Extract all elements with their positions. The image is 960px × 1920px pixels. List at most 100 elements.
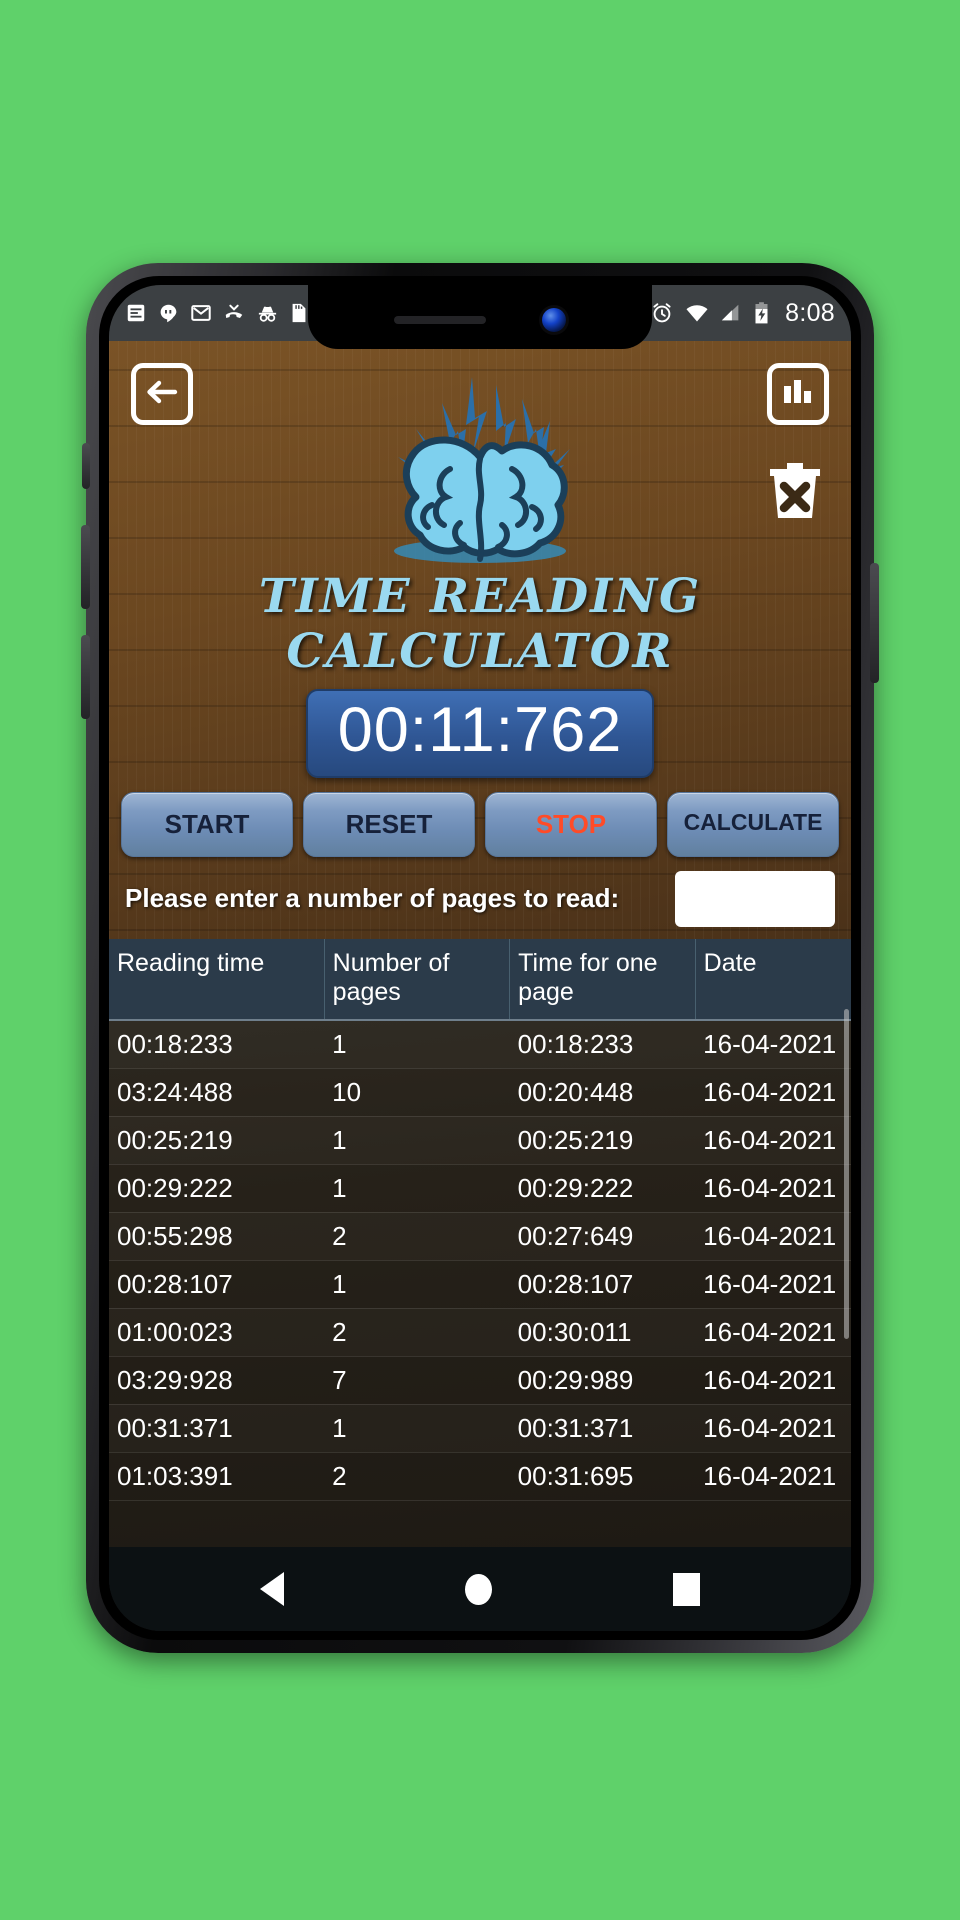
table-row[interactable]: 00:25:219 1 00:25:219 16-04-2021 [109,1116,851,1165]
arrow-left-icon [144,377,180,412]
table-cell: 16-04-2021 [695,1164,851,1213]
table-body: 00:18:233 1 00:18:233 16-04-2021 03:24:488 10… [109,1019,851,1501]
column-header-reading-time: Reading time [109,938,325,1021]
table-cell: 00:31:695 [509,1452,696,1501]
table-cell: 16-04-2021 [695,1404,851,1453]
side-button-volume-down[interactable] [81,635,90,719]
alarm-icon [650,301,674,325]
stop-button[interactable]: STOP [485,791,657,857]
nav-back-icon[interactable] [259,1572,284,1606]
table-cell: 00:29:989 [509,1356,696,1405]
table-cell: 16-04-2021 [695,1019,851,1069]
table-cell: 1 [324,1404,510,1453]
table-cell: 00:20:448 [509,1068,696,1117]
table-cell: 00:28:107 [109,1260,325,1309]
table-cell: 00:31:371 [509,1404,696,1453]
statistics-button[interactable] [767,363,829,425]
phone-screen: 8:08 TIME READING CALCULATOR 00:11:762 S… [109,285,851,1631]
column-header-date: Date [695,938,851,1021]
page-title: TIME READING CALCULATOR [258,569,702,679]
table-cell: 1 [324,1019,510,1069]
app-header [109,341,851,577]
bar-chart-icon [781,377,815,412]
table-cell: 1 [324,1116,510,1165]
app-content: TIME READING CALCULATOR 00:11:762 START … [109,341,851,1547]
calculate-button[interactable]: CALCULATE [667,791,839,857]
table-cell: 2 [324,1212,510,1261]
table-cell: 16-04-2021 [695,1212,851,1261]
table-cell: 2 [324,1308,510,1357]
column-header-number-of-pages: Number of pages [324,938,511,1021]
table-row[interactable]: 00:55:298 2 00:27:649 16-04-2021 [109,1212,851,1261]
table-header-row: Reading time Number of pages Time for on… [109,938,851,1021]
status-bar-system-icons: 8:08 [650,299,835,328]
table-cell: 16-04-2021 [695,1260,851,1309]
table-cell: 00:30:011 [509,1308,696,1357]
table-cell: 01:03:391 [109,1452,325,1501]
table-cell: 00:55:298 [109,1212,325,1261]
phone-device: 8:08 TIME READING CALCULATOR 00:11:762 S… [81,263,879,1653]
timer-row: 00:11:762 [109,689,851,778]
table-row[interactable]: 03:29:928 7 00:29:989 16-04-2021 [109,1356,851,1405]
signal-icon [720,302,742,324]
table-cell: 16-04-2021 [695,1308,851,1357]
side-button-mute[interactable] [82,443,90,489]
status-bar-clock: 8:08 [785,298,835,327]
table-row[interactable]: 01:00:023 2 00:30:011 16-04-2021 [109,1308,851,1357]
earpiece-speaker [394,316,486,324]
missed-call-icon [223,302,245,324]
table-cell: 00:18:233 [509,1019,696,1069]
table-cell: 01:00:023 [109,1308,325,1357]
wifi-icon [685,301,709,325]
table-row[interactable]: 00:31:371 1 00:31:371 16-04-2021 [109,1404,851,1453]
records-table-container[interactable]: Reading time Number of pages Time for on… [109,938,851,1547]
table-cell: 00:25:219 [109,1116,325,1165]
notch [308,285,652,349]
table-cell: 16-04-2021 [695,1356,851,1405]
pages-input[interactable] [675,870,835,927]
table-cell: 00:18:233 [109,1019,325,1069]
table-row[interactable]: 00:18:233 1 00:18:233 16-04-2021 [109,1019,851,1069]
table-cell: 2 [324,1452,510,1501]
brain-icon [346,373,614,578]
table-cell: 16-04-2021 [695,1116,851,1165]
table-cell: 00:27:649 [509,1212,696,1261]
pages-input-section: Please enter a number of pages to read: [109,857,851,939]
table-row[interactable]: 00:28:107 1 00:28:107 16-04-2021 [109,1260,851,1309]
nav-recents-icon[interactable] [673,1572,701,1606]
table-cell: 00:28:107 [509,1260,696,1309]
sd-card-icon [290,302,308,324]
table-cell: 03:29:928 [109,1356,325,1405]
table-cell: 00:31:371 [109,1404,325,1453]
table-row[interactable]: 00:29:222 1 00:29:222 16-04-2021 [109,1164,851,1213]
table-cell: 03:24:488 [109,1068,325,1117]
table-cell: 7 [324,1356,510,1405]
stopwatch-display: 00:11:762 [305,689,655,778]
table-row[interactable]: 03:24:488 10 00:20:448 16-04-2021 [109,1068,851,1117]
table-cell: 00:29:222 [509,1164,696,1213]
android-navigation-bar [109,1547,851,1631]
table-cell: 1 [324,1164,510,1213]
gmail-icon [190,302,212,324]
start-button[interactable]: START [121,791,293,857]
hangouts-icon [158,303,179,324]
side-button-power[interactable] [870,563,879,683]
delete-all-button[interactable] [765,461,825,523]
phone-bezel: 8:08 TIME READING CALCULATOR 00:11:762 S… [99,276,861,1640]
table-scrollbar[interactable] [844,1008,849,1339]
pages-input-label: Please enter a number of pages to read: [125,882,620,913]
reset-button[interactable]: RESET [303,791,475,857]
status-bar-notification-icons [125,302,308,325]
table-row[interactable]: 01:03:391 2 00:31:695 16-04-2021 [109,1452,851,1501]
table-cell: 00:25:219 [509,1116,696,1165]
battery-charging-icon [753,301,770,325]
table-cell: 1 [324,1260,510,1309]
table-cell: 00:29:222 [109,1164,325,1213]
back-button[interactable] [131,363,193,425]
side-button-volume-up[interactable] [81,525,90,609]
front-camera [542,308,566,332]
control-buttons: START RESET STOP CALCULATE [109,778,851,857]
table-cell: 16-04-2021 [695,1068,851,1117]
nav-home-icon[interactable] [464,1573,492,1605]
column-header-time-for-one-page: Time for one page [509,938,696,1021]
